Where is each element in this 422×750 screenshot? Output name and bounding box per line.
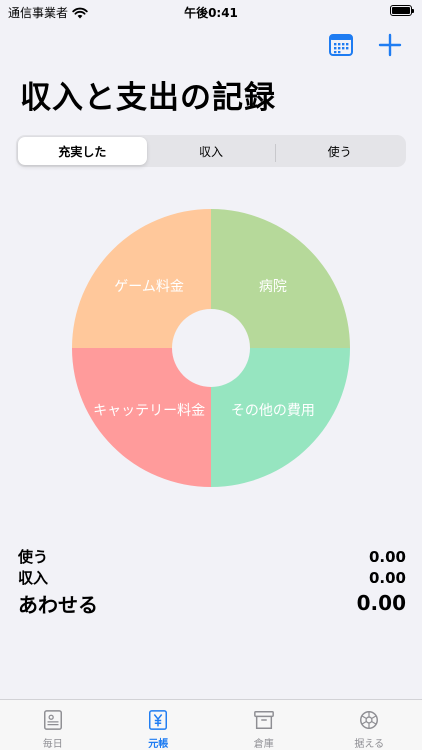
tab-storage[interactable]: 倉庫 xyxy=(211,700,317,750)
sum-label: あわせる xyxy=(18,592,98,617)
sum-row: あわせる 0.00 xyxy=(18,589,406,617)
segment-label: 収入 xyxy=(199,144,224,159)
calendar-icon xyxy=(329,34,353,56)
tab-label: 元帳 xyxy=(148,739,169,750)
income-label: 収入 xyxy=(18,569,49,587)
segment-income[interactable]: 収入 xyxy=(147,137,276,165)
segment-label: 充実した xyxy=(58,144,107,159)
status-bar: 通信事業者 午後0:41 xyxy=(0,0,422,24)
tab-label: 据える xyxy=(354,739,385,750)
income-row: 収入 0.00 xyxy=(18,567,406,588)
tab-label: 倉庫 xyxy=(253,739,274,750)
segment-filled[interactable]: 充実した xyxy=(18,137,147,165)
archive-box-icon xyxy=(253,711,274,729)
donut-chart: 病院その他の費用 キャッテリー料金ゲーム料金 xyxy=(72,209,350,487)
add-button[interactable] xyxy=(377,32,403,58)
tab-settings[interactable]: 据える xyxy=(317,700,422,750)
slice-label: キャッテリー料金 xyxy=(93,403,205,419)
tab-ledger[interactable]: 元帳 xyxy=(106,700,212,750)
segment-divider xyxy=(275,144,277,162)
settings-gear-icon xyxy=(360,711,379,729)
slice-label: ゲーム料金 xyxy=(114,279,184,295)
plus-icon xyxy=(378,33,402,57)
status-time: 午後0:41 xyxy=(184,6,238,20)
segmented-control: 充実した 収入 使う xyxy=(16,135,406,167)
segment-label: 使う xyxy=(327,144,352,159)
tab-daily[interactable]: 毎日 xyxy=(0,700,106,750)
page-title: 収入と支出の記録 xyxy=(20,80,276,116)
segment-spend[interactable]: 使う xyxy=(275,137,404,165)
tab-label: 毎日 xyxy=(42,739,63,750)
slice-label: 病院 xyxy=(259,279,287,295)
sum-value: 0.00 xyxy=(356,591,406,615)
income-value: 0.00 xyxy=(368,568,406,587)
battery-icon xyxy=(390,5,414,16)
spend-label: 使う xyxy=(18,548,49,566)
tab-bar: 毎日 元帳 倉庫 据える xyxy=(0,699,422,750)
spend-row: 使う 0.00 xyxy=(18,546,406,567)
yen-ledger-icon xyxy=(149,710,168,730)
spend-value: 0.00 xyxy=(368,547,406,566)
daily-note-icon xyxy=(43,710,62,730)
calendar-button[interactable] xyxy=(328,32,354,58)
totals-section: 使う 0.00 収入 0.00 あわせる 0.00 xyxy=(18,546,406,617)
slice-label: その他の費用 xyxy=(231,403,315,419)
